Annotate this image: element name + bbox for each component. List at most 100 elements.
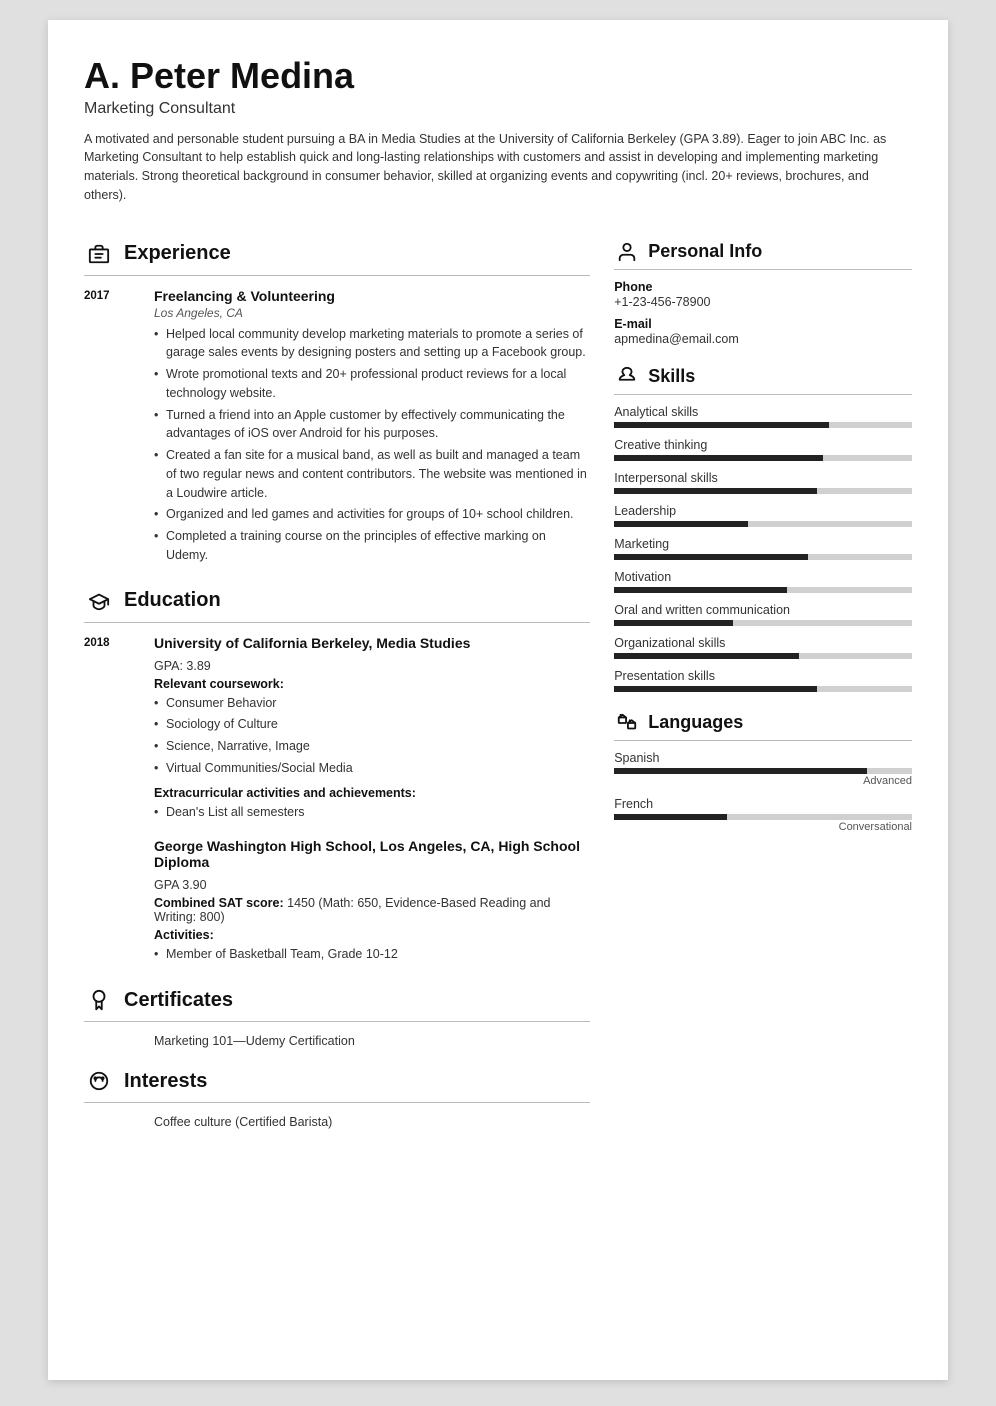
skill-bar-fill <box>614 455 822 461</box>
bullet-item: Completed a training course on the princ… <box>154 527 590 565</box>
exp-year-1: 2017 <box>84 288 154 568</box>
skill-bar-fill <box>614 422 828 428</box>
activities-label: Activities: <box>154 928 590 942</box>
skills-icon <box>614 364 640 390</box>
lang-bar-fill <box>614 768 867 774</box>
experience-divider <box>84 275 590 276</box>
bullet-item: Turned a friend into an Apple customer b… <box>154 406 590 444</box>
languages-icon <box>614 710 640 736</box>
skill-bar-bg <box>614 587 912 593</box>
activities-bullets: Member of Basketball Team, Grade 10-12 <box>154 945 590 964</box>
exp-title-1: Freelancing & Volunteering <box>154 288 590 304</box>
bullet-item: Wrote promotional texts and 20+ professi… <box>154 365 590 403</box>
exp-subtitle-1: Los Angeles, CA <box>154 306 590 320</box>
edu-content-1: University of California Berkeley, Media… <box>154 635 590 825</box>
skill-bar-fill <box>614 554 808 560</box>
skills-header: Skills <box>614 364 912 390</box>
interests-item-1: Coffee culture (Certified Barista) <box>154 1115 590 1129</box>
bullet-item: Member of Basketball Team, Grade 10-12 <box>154 945 590 964</box>
languages-section: Languages Spanish Advanced French Conver… <box>614 710 912 833</box>
bullet-item: Consumer Behavior <box>154 694 590 713</box>
skill-item: Organizational skills <box>614 636 912 659</box>
skills-container: Analytical skills Creative thinking Inte… <box>614 405 912 692</box>
skill-name: Creative thinking <box>614 438 912 452</box>
skill-bar-bg <box>614 686 912 692</box>
skill-name: Presentation skills <box>614 669 912 683</box>
skill-bar-bg <box>614 521 912 527</box>
coursework-bullets: Consumer Behavior Sociology of Culture S… <box>154 694 590 778</box>
skill-name: Leadership <box>614 504 912 518</box>
skill-bar-bg <box>614 620 912 626</box>
skill-bar-bg <box>614 653 912 659</box>
personal-info-icon <box>614 239 640 265</box>
cert-item-1: Marketing 101—Udemy Certification <box>154 1034 590 1048</box>
language-item: Spanish Advanced <box>614 751 912 787</box>
personal-info-divider <box>614 269 912 270</box>
left-column: Experience 2017 Freelancing & Volunteeri… <box>84 239 590 1344</box>
certificates-icon <box>84 985 114 1015</box>
skill-bar-bg <box>614 455 912 461</box>
languages-header: Languages <box>614 710 912 736</box>
bullet-item: Organized and led games and activities f… <box>154 505 590 524</box>
personal-info-header: Personal Info <box>614 239 912 265</box>
lang-bar-bg <box>614 768 912 774</box>
languages-divider <box>614 740 912 741</box>
experience-title: Experience <box>124 242 231 265</box>
extracurricular-bullets: Dean's List all semesters <box>154 803 590 822</box>
sat-row: Combined SAT score: 1450 (Math: 650, Evi… <box>154 896 590 924</box>
skill-bar-fill <box>614 686 816 692</box>
edu-gpa-1: GPA: 3.89 <box>154 659 590 673</box>
languages-title: Languages <box>648 712 743 733</box>
skill-name: Organizational skills <box>614 636 912 650</box>
certificates-header: Certificates <box>84 985 590 1015</box>
two-col-layout: Experience 2017 Freelancing & Volunteeri… <box>84 239 912 1344</box>
skill-bar-fill <box>614 587 787 593</box>
interests-section: Interests Coffee culture (Certified Bari… <box>84 1066 590 1129</box>
lang-level: Conversational <box>614 821 912 833</box>
edu-entry-2: George Washington High School, Los Angel… <box>84 838 590 967</box>
job-title: Marketing Consultant <box>84 100 912 118</box>
candidate-name: A. Peter Medina <box>84 56 912 96</box>
skill-bar-fill <box>614 620 733 626</box>
education-icon <box>84 586 114 616</box>
experience-icon <box>84 239 114 269</box>
edu-gpa-2: GPA 3.90 <box>154 878 590 892</box>
language-item: French Conversational <box>614 797 912 833</box>
bullet-item: Created a fan site for a musical band, a… <box>154 446 590 502</box>
education-header: Education <box>84 586 590 616</box>
skills-title: Skills <box>648 366 695 387</box>
bullet-item: Sociology of Culture <box>154 715 590 734</box>
education-section: Education 2018 University of California … <box>84 586 590 968</box>
interests-header: Interests <box>84 1066 590 1096</box>
interests-title: Interests <box>124 1070 207 1093</box>
summary: A motivated and personable student pursu… <box>84 130 912 205</box>
bullet-item: Science, Narrative, Image <box>154 737 590 756</box>
certificates-divider <box>84 1021 590 1022</box>
bullet-item: Dean's List all semesters <box>154 803 590 822</box>
edu-content-2: George Washington High School, Los Angel… <box>154 838 590 967</box>
languages-container: Spanish Advanced French Conversational <box>614 751 912 833</box>
edu-year-2 <box>84 838 154 967</box>
lang-bar-fill <box>614 814 727 820</box>
bullet-item: Virtual Communities/Social Media <box>154 759 590 778</box>
skill-item: Analytical skills <box>614 405 912 428</box>
skill-name: Oral and written communication <box>614 603 912 617</box>
edu-title-2: George Washington High School, Los Angel… <box>154 838 590 870</box>
exp-content-1: Freelancing & Volunteering Los Angeles, … <box>154 288 590 568</box>
bullet-item: Helped local community develop marketing… <box>154 325 590 363</box>
certificates-section: Certificates Marketing 101—Udemy Certifi… <box>84 985 590 1048</box>
skills-section: Skills Analytical skills Creative thinki… <box>614 364 912 692</box>
skill-item: Oral and written communication <box>614 603 912 626</box>
personal-info-title: Personal Info <box>648 241 762 262</box>
edu-year-1: 2018 <box>84 635 154 825</box>
resume-page: A. Peter Medina Marketing Consultant A m… <box>48 20 948 1380</box>
personal-info-section: Personal Info Phone +1-23-456-78900 E-ma… <box>614 239 912 346</box>
skill-item: Leadership <box>614 504 912 527</box>
skills-divider <box>614 394 912 395</box>
skill-item: Marketing <box>614 537 912 560</box>
experience-section: Experience 2017 Freelancing & Volunteeri… <box>84 239 590 568</box>
skill-item: Creative thinking <box>614 438 912 461</box>
email-label: E-mail <box>614 317 912 331</box>
skill-name: Marketing <box>614 537 912 551</box>
skill-item: Presentation skills <box>614 669 912 692</box>
